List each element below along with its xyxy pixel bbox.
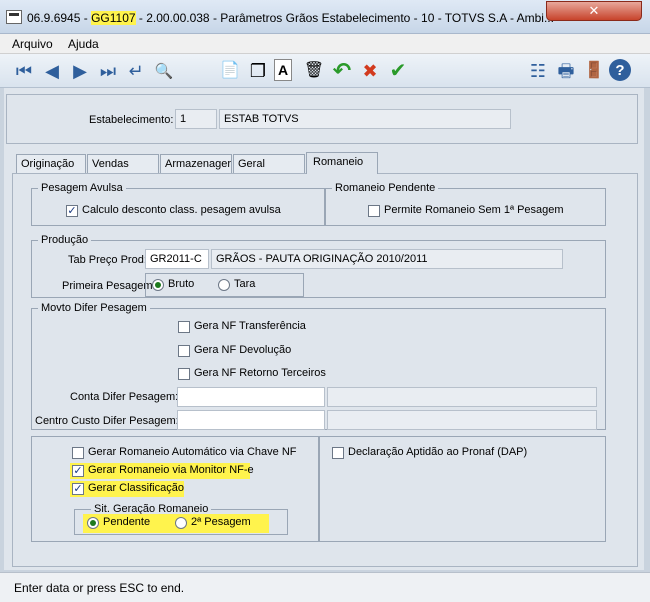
tab-armazenagem[interactable]: Armazenager [160, 154, 232, 173]
new-record-icon[interactable]: 📄 [218, 59, 242, 83]
bruto-radio[interactable] [152, 279, 164, 291]
nf-transferencia-checkbox[interactable] [178, 321, 190, 333]
permite-romaneio-checkbox[interactable] [368, 205, 380, 217]
tree-icon[interactable]: ☷ [526, 59, 550, 83]
title-bar: 06.9.6945 - GG1107 - 2.00.00.038 - Parâm… [0, 0, 650, 34]
window-title: 06.9.6945 - GG1107 - 2.00.00.038 - Parâm… [27, 11, 554, 25]
bruto-label: Bruto [168, 278, 195, 290]
tab-vendas[interactable]: Vendas [87, 154, 159, 173]
primeira-pesagem-label: Primeira Pesagem: [62, 280, 156, 292]
tab-romaneio[interactable]: Romaneio [306, 152, 378, 174]
undo-icon[interactable]: ↶ [330, 59, 354, 83]
client-area: Estabelecimento: 1 ESTAB TOTVS Originaçã… [4, 88, 644, 570]
tab-preco-desc-field: GRÃOS - PAUTA ORIGINAÇÃO 2010/2011 [211, 249, 563, 269]
search-icon[interactable]: 🔍 [152, 59, 176, 83]
print-icon[interactable]: 🖶 [554, 59, 578, 83]
delete-record-icon[interactable]: 🗑 [302, 59, 326, 83]
tab-preco-label: Tab Preço Prod: [68, 254, 147, 266]
calc-desconto-label: Calculo desconto class. pesagem avulsa [82, 204, 281, 216]
movto-difer-title: Movto Difer Pesagem [38, 302, 150, 314]
menu-ajuda[interactable]: Ajuda [68, 37, 99, 51]
producao-group: Produção Tab Preço Prod: GR2011-C GRÃOS … [31, 234, 606, 298]
dap-checkbox[interactable] [332, 447, 344, 459]
copy-record-icon[interactable]: ❐ [246, 59, 270, 83]
gerar-classificacao-checkbox[interactable]: ✓ [72, 483, 84, 495]
movto-difer-group: Movto Difer Pesagem Gera NF Transferênci… [31, 302, 606, 430]
close-button[interactable]: ✕ [546, 1, 642, 21]
menu-bar: Arquivo Ajuda [0, 34, 650, 54]
nf-devolucao-checkbox[interactable] [178, 345, 190, 357]
header-panel: Estabelecimento: 1 ESTAB TOTVS [6, 94, 638, 144]
pendente-radio[interactable] [87, 517, 99, 529]
centro-custo-field[interactable] [177, 410, 325, 430]
producao-title: Produção [38, 234, 92, 246]
conta-difer-label: Conta Difer Pesagem: [70, 391, 179, 403]
goto-icon[interactable]: ↵ [124, 59, 148, 83]
sit-geracao-group: Sit. Geração Romaneio Pendente 2ª Pesage… [74, 503, 288, 535]
romaneio-pendente-group: Romaneio Pendente Permite Romaneio Sem 1… [325, 182, 606, 226]
monitor-nfe-label: Gerar Romaneio via Monitor NF-e [88, 464, 254, 476]
menu-arquivo[interactable]: Arquivo [12, 37, 53, 51]
conta-difer-desc-field [327, 387, 597, 407]
exit-icon[interactable]: 🚪 [582, 59, 606, 83]
nf-retorno-label: Gera NF Retorno Terceiros [194, 367, 326, 379]
pesagem-avulsa-group: Pesagem Avulsa ✓ Calculo desconto class.… [31, 182, 325, 226]
status-bar: Enter data or press ESC to end. [0, 572, 650, 602]
edit-record-icon[interactable]: A [274, 59, 292, 81]
estab-code-field[interactable]: 1 [175, 109, 217, 129]
nf-devolucao-label: Gera NF Devolução [194, 344, 292, 356]
estab-label: Estabelecimento: [89, 114, 174, 126]
segunda-pesagem-radio[interactable] [175, 517, 187, 529]
next-record-icon[interactable]: ▶ [68, 59, 92, 83]
tab-preco-code-field[interactable]: GR2011-C [145, 249, 209, 269]
status-text: Enter data or press ESC to end. [14, 581, 185, 595]
gerar-classificacao-label: Gerar Classificação [88, 482, 184, 494]
permite-romaneio-label: Permite Romaneio Sem 1ª Pesagem [384, 204, 564, 216]
last-record-icon[interactable]: ⏭ [96, 59, 120, 83]
auto-chave-nf-label: Gerar Romaneio Automático via Chave NF [88, 446, 297, 458]
nf-transferencia-label: Gera NF Transferência [194, 320, 306, 332]
romaneio-pendente-title: Romaneio Pendente [332, 182, 439, 194]
dap-group: Declaração Aptidão ao Pronaf (DAP) [319, 436, 606, 542]
centro-custo-desc-field [327, 410, 597, 430]
toolbar: ⏮ ◀ ▶ ⏭ ↵ 🔍 📄 ❐ A 🗑 ↶ ✖ ✔ ☷ 🖶 🚪 ? [0, 54, 650, 88]
app-icon [6, 10, 22, 24]
romaneio-options-group: Gerar Romaneio Automático via Chave NF ✓… [31, 436, 319, 542]
tara-label: Tara [234, 278, 256, 290]
monitor-nfe-checkbox[interactable]: ✓ [72, 465, 84, 477]
cancel-icon[interactable]: ✖ [358, 59, 382, 83]
tara-radio[interactable] [218, 279, 230, 291]
tab-originacao[interactable]: Originação [16, 154, 86, 173]
pendente-label: Pendente [103, 516, 151, 528]
tab-geral[interactable]: Geral [233, 154, 305, 173]
auto-chave-nf-checkbox[interactable] [72, 447, 84, 459]
centro-custo-label: Centro Custo Difer Pesagem: [35, 415, 179, 427]
romaneio-tab-page: Pesagem Avulsa ✓ Calculo desconto class.… [12, 173, 638, 567]
nf-retorno-checkbox[interactable] [178, 368, 190, 380]
conta-difer-field[interactable] [177, 387, 325, 407]
primeira-pesagem-radio-group: Bruto Tara [145, 273, 304, 297]
calc-desconto-checkbox[interactable]: ✓ [66, 205, 78, 217]
first-record-icon[interactable]: ⏮ [12, 59, 36, 83]
pesagem-avulsa-title: Pesagem Avulsa [38, 182, 126, 194]
previous-record-icon[interactable]: ◀ [40, 59, 64, 83]
segunda-pesagem-label: 2ª Pesagem [191, 516, 251, 528]
estab-name-field: ESTAB TOTVS [219, 109, 511, 129]
dap-label: Declaração Aptidão ao Pronaf (DAP) [348, 446, 528, 458]
help-icon[interactable]: ? [609, 59, 631, 81]
save-icon[interactable]: ✔ [386, 59, 410, 83]
